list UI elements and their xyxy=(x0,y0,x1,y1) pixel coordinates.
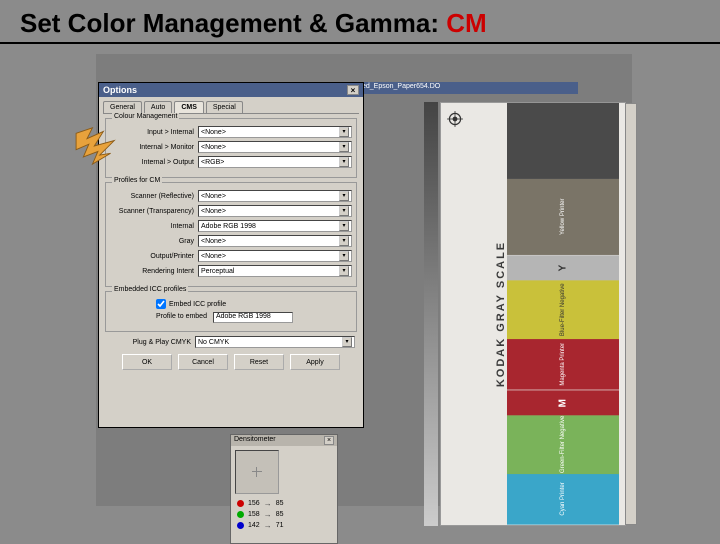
profile-to-embed-row: Profile to embed Adobe RGB 1998 xyxy=(156,312,352,323)
application-window: ed_Epson_Paper654.DO Options × General A… xyxy=(96,54,632,506)
vertical-scrollbar[interactable] xyxy=(625,103,637,525)
reset-button[interactable]: Reset xyxy=(234,354,284,370)
chevron-down-icon[interactable]: ▾ xyxy=(339,266,349,276)
slide-title: Set Color Management & Gamma: CM xyxy=(20,8,487,39)
tab-special[interactable]: Special xyxy=(206,101,243,113)
scan-preview: KODAK GRAY SCALE Cyan Printer Green-Filt… xyxy=(440,102,626,526)
profiles-group: Profiles for CM Scanner (Reflective) <No… xyxy=(105,182,357,287)
arrow-right-icon: → xyxy=(264,499,272,508)
kodak-seg-y: Y xyxy=(507,255,619,280)
chevron-down-icon[interactable]: ▾ xyxy=(339,206,349,216)
kodak-seg-yellow: Yellow Printer xyxy=(507,179,619,255)
input-scanner-select[interactable]: <None>▾ xyxy=(198,126,352,138)
internal-monitor-select[interactable]: <None>▾ xyxy=(198,141,352,153)
chevron-down-icon[interactable]: ▾ xyxy=(339,236,349,246)
densitometer-red-row: 156→85 xyxy=(231,498,337,509)
embed-icc-label: Embed ICC profile xyxy=(169,301,226,308)
kodak-gray-scale-label: KODAK GRAY SCALE xyxy=(495,241,507,387)
chevron-down-icon[interactable]: ▾ xyxy=(342,337,352,347)
chevron-down-icon[interactable]: ▾ xyxy=(339,142,349,152)
chevron-down-icon[interactable]: ▾ xyxy=(339,127,349,137)
internal-monitor-label: Internal > Monitor xyxy=(110,144,198,151)
red-dot-icon xyxy=(237,500,244,507)
internal-output-label: Internal > Output xyxy=(110,159,198,166)
close-icon[interactable]: × xyxy=(324,436,334,445)
rendering-intent-label: Rendering Intent xyxy=(110,268,198,275)
internal-profile-select[interactable]: Adobe RGB 1998▾ xyxy=(198,220,352,232)
title-underline xyxy=(0,42,720,44)
pnp-cmyk-select[interactable]: No CMYK▾ xyxy=(195,336,355,348)
ok-button[interactable]: OK xyxy=(122,354,172,370)
arrow-right-icon: → xyxy=(264,510,272,519)
kodak-seg-green: Green-Filter Negative xyxy=(507,415,619,474)
tab-auto[interactable]: Auto xyxy=(144,101,172,113)
pnp-cmyk-label: Plug & Play CMYK xyxy=(107,339,195,346)
scanner-reflective-label: Scanner (Reflective) xyxy=(110,193,198,200)
gray-guide-strip xyxy=(424,102,438,526)
dialog-titlebar: Options × xyxy=(99,83,363,97)
arrow-right-icon: → xyxy=(264,521,272,530)
output-printer-label: Output/Printer xyxy=(110,253,198,260)
gray-profile-select[interactable]: <None>▾ xyxy=(198,235,352,247)
embed-icc-checkbox[interactable] xyxy=(156,299,166,309)
rendering-intent-select[interactable]: Perceptual▾ xyxy=(198,265,352,277)
color-management-group: Colour Management Input > Internal <None… xyxy=(105,118,357,178)
cancel-button[interactable]: Cancel xyxy=(178,354,228,370)
kodak-seg-cyan: Cyan Printer xyxy=(507,474,619,525)
kodak-seg-bluefilter: Blue-Filter Negative xyxy=(507,280,619,339)
scanner-reflective-select[interactable]: <None>▾ xyxy=(198,190,352,202)
output-printer-select[interactable]: <None>▾ xyxy=(198,250,352,262)
tab-cms[interactable]: CMS xyxy=(174,101,204,113)
green-dot-icon xyxy=(237,511,244,518)
scanner-transparency-label: Scanner (Transparency) xyxy=(110,208,198,215)
scanner-transparency-select[interactable]: <None>▾ xyxy=(198,205,352,217)
chevron-down-icon[interactable]: ▾ xyxy=(339,251,349,261)
gray-profile-label: Gray xyxy=(110,238,198,245)
densitometer-panel: Densitometer × 156→85 158→85 142→71 xyxy=(230,434,338,544)
densitometer-titlebar: Densitometer × xyxy=(231,435,337,446)
apply-button[interactable]: Apply xyxy=(290,354,340,370)
tab-general[interactable]: General xyxy=(103,101,142,113)
internal-output-select[interactable]: <RGB>▾ xyxy=(198,156,352,168)
internal-profile-label: Internal xyxy=(110,223,198,230)
options-dialog: Options × General Auto CMS Special Colou… xyxy=(98,82,364,428)
kodak-seg-dark xyxy=(507,103,619,179)
densitometer-blue-row: 142→71 xyxy=(231,520,337,531)
crosshair-icon xyxy=(252,467,262,477)
chevron-down-icon[interactable]: ▾ xyxy=(339,191,349,201)
kodak-seg-m: M xyxy=(507,390,619,415)
kodak-color-bar: Cyan Printer Green-Filter Negative M Mag… xyxy=(507,103,619,525)
kodak-seg-magenta: Magenta Printer xyxy=(507,339,619,390)
input-scanner-label: Input > Internal xyxy=(110,129,198,136)
chevron-down-icon[interactable]: ▾ xyxy=(339,221,349,231)
blue-dot-icon xyxy=(237,522,244,529)
embedded-icc-group: Embedded ICC profiles Embed ICC profile … xyxy=(105,291,357,332)
densitometer-green-row: 158→85 xyxy=(231,509,337,520)
profile-to-embed-value: Adobe RGB 1998 xyxy=(213,312,293,323)
densitometer-preview xyxy=(235,450,279,494)
document-titlebar: ed_Epson_Paper654.DO xyxy=(358,82,578,94)
registration-mark-icon xyxy=(447,111,463,127)
chevron-down-icon[interactable]: ▾ xyxy=(339,157,349,167)
close-icon[interactable]: × xyxy=(347,85,359,95)
